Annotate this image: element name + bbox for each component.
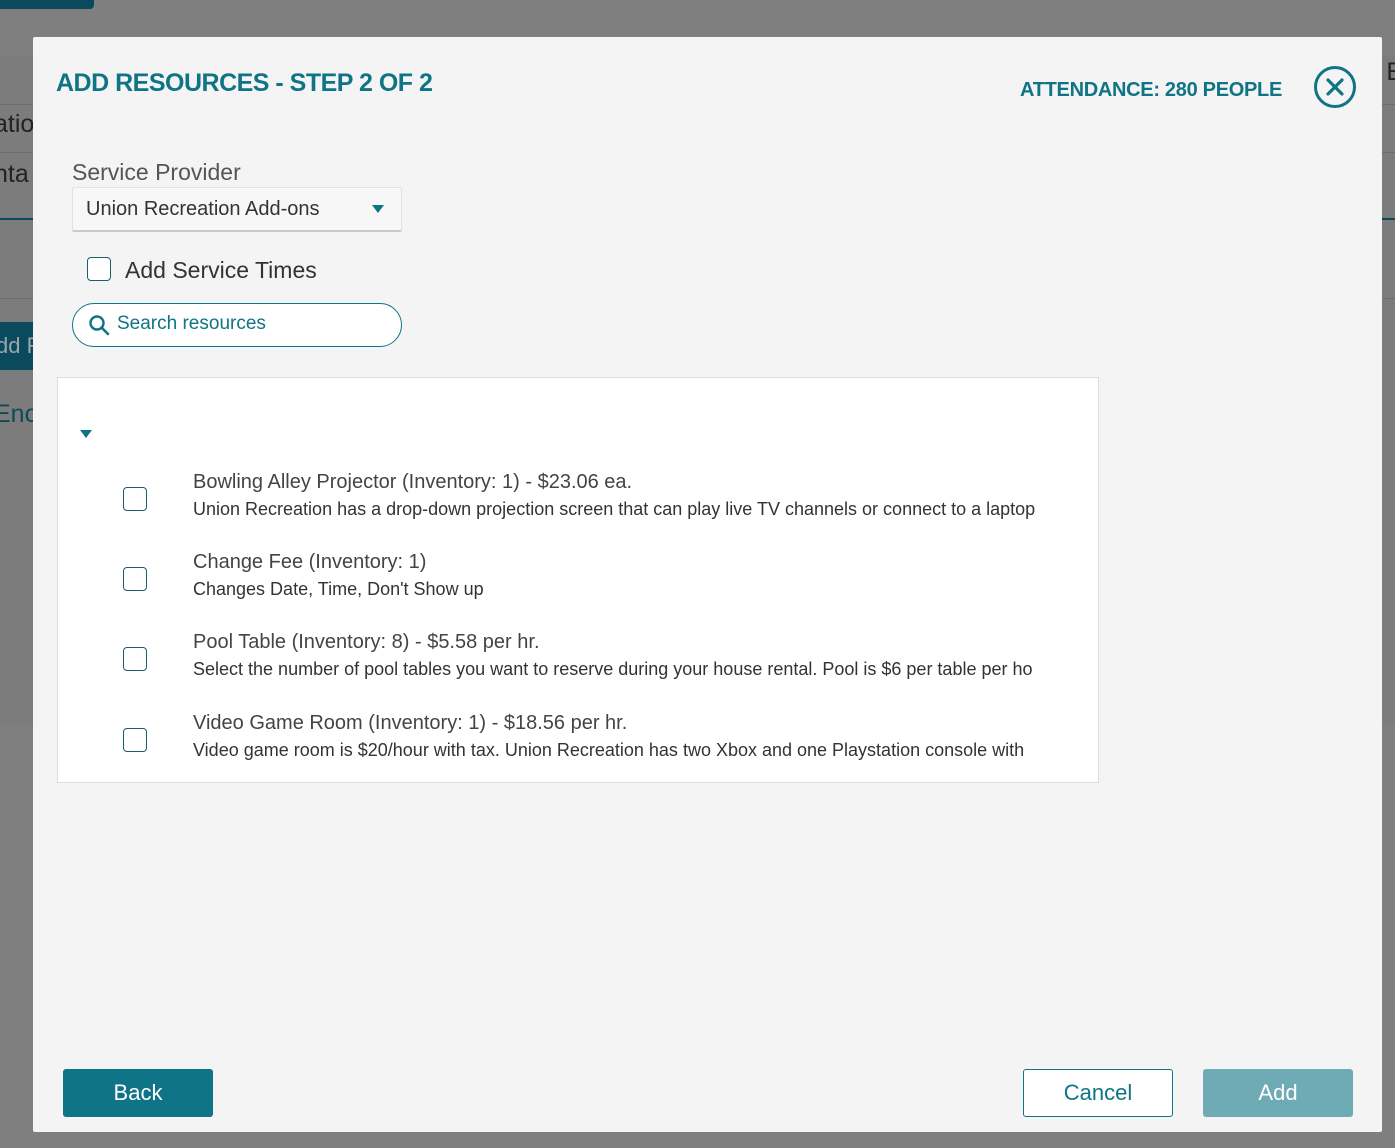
add-resources-modal: ADD RESOURCES - STEP 2 OF 2 ATTENDANCE: … [33, 37, 1382, 1132]
add-service-times-label: Add Service Times [125, 257, 317, 283]
modal-title: ADD RESOURCES - STEP 2 OF 2 [56, 69, 433, 97]
resource-checkbox[interactable] [123, 647, 147, 671]
collapse-triangle-icon[interactable] [78, 428, 94, 440]
resource-title: Video Game Room (Inventory: 1) - $18.56 … [193, 712, 628, 734]
background-text: atio [0, 110, 35, 138]
back-button[interactable]: Back [63, 1069, 213, 1117]
background-text: E [1386, 58, 1395, 86]
resource-checkbox[interactable] [123, 487, 147, 511]
resource-title: Change Fee (Inventory: 1) [193, 551, 427, 573]
background-text: nta [0, 160, 29, 188]
search-box[interactable] [72, 303, 402, 347]
resource-description: Video game room is $20/hour with tax. Un… [193, 740, 1025, 760]
chevron-down-icon [372, 205, 384, 213]
search-icon [89, 315, 110, 336]
resource-list-panel: Bowling Alley Projector (Inventory: 1) -… [57, 377, 1099, 783]
resource-title: Bowling Alley Projector (Inventory: 1) -… [193, 471, 633, 493]
background-add-button: dd R [0, 322, 34, 370]
resource-description: Changes Date, Time, Don't Show up [193, 579, 484, 599]
service-provider-label: Service Provider [72, 159, 241, 185]
resource-item: Pool Table (Inventory: 8) - $5.58 per hr… [58, 631, 1098, 701]
search-input[interactable] [117, 310, 387, 338]
resource-description: Select the number of pool tables you wan… [193, 659, 1033, 679]
resource-checkbox[interactable] [123, 728, 147, 752]
resource-title: Pool Table (Inventory: 8) - $5.58 per hr… [193, 631, 540, 653]
resource-item: Bowling Alley Projector (Inventory: 1) -… [58, 471, 1098, 541]
close-icon [1326, 78, 1344, 96]
cancel-button[interactable]: Cancel [1023, 1069, 1173, 1117]
attendance-label: ATTENDANCE: 280 PEOPLE [1020, 79, 1282, 101]
close-button[interactable] [1314, 66, 1356, 108]
service-provider-value: Union Recreation Add-ons [86, 198, 320, 220]
resource-description: Union Recreation has a drop-down project… [193, 499, 1036, 519]
resource-item: Change Fee (Inventory: 1) Changes Date, … [58, 551, 1098, 621]
service-provider-select[interactable]: Union Recreation Add-ons [72, 187, 402, 232]
resource-item: Video Game Room (Inventory: 1) - $18.56 … [58, 712, 1098, 782]
background-top-button [0, 0, 94, 9]
resource-checkbox[interactable] [123, 567, 147, 591]
background-text: Enc [0, 400, 38, 428]
add-button[interactable]: Add [1203, 1069, 1353, 1117]
add-service-times-checkbox[interactable] [87, 257, 111, 281]
